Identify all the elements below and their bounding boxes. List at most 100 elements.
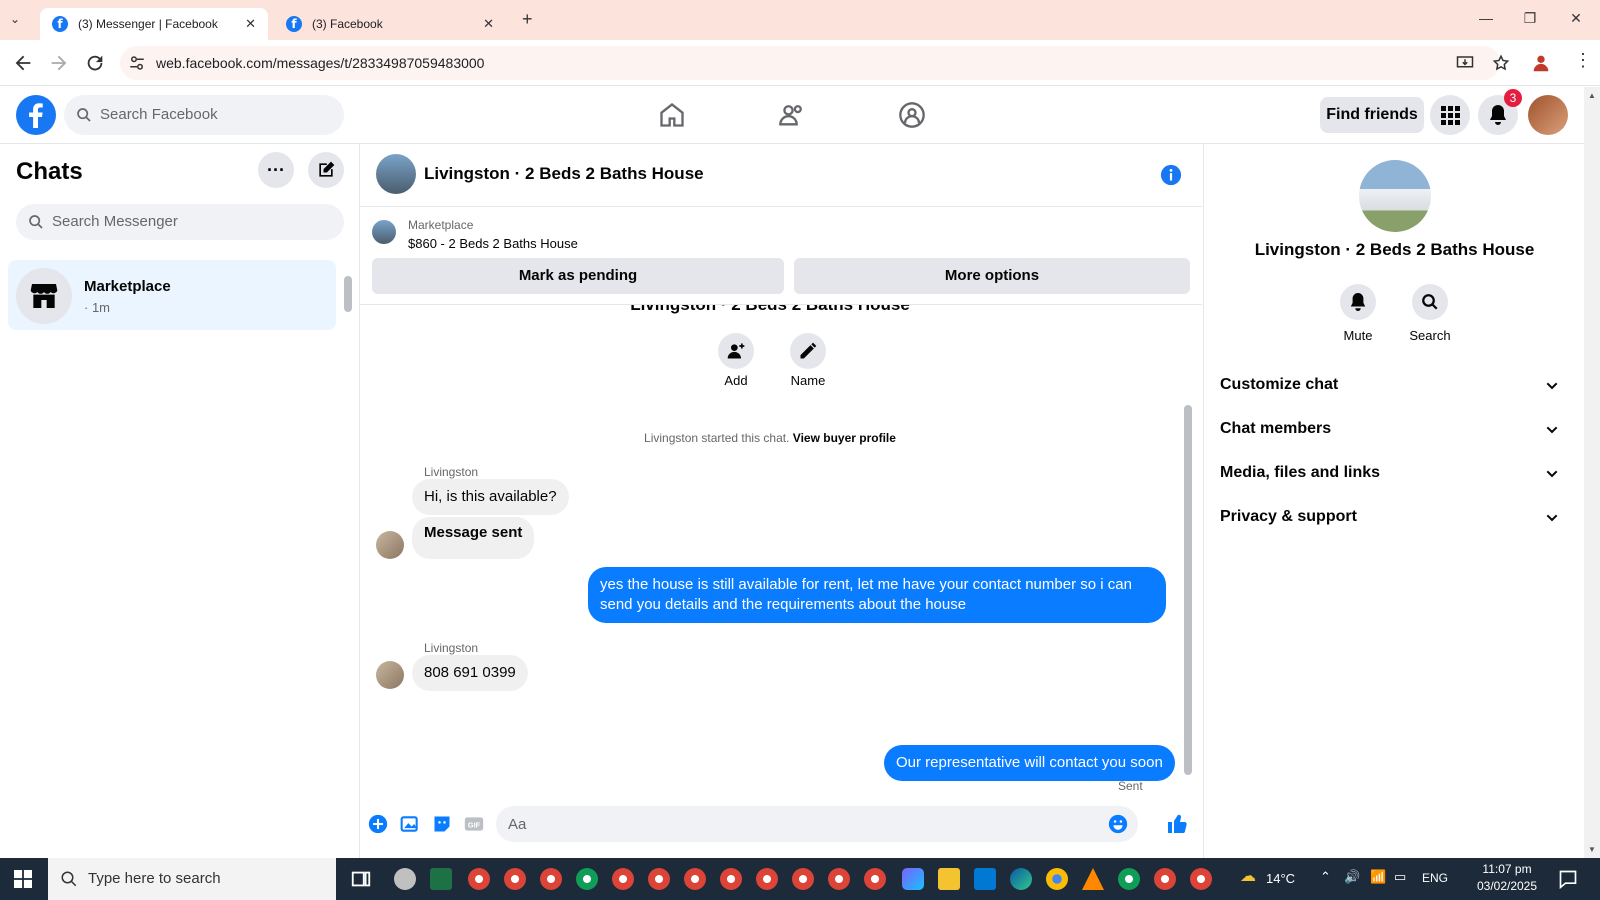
- back-icon[interactable]: [12, 52, 34, 74]
- chrome-icon[interactable]: [468, 868, 490, 890]
- copilot-icon[interactable]: [902, 868, 924, 890]
- vlc-icon[interactable]: [1082, 868, 1104, 890]
- chats-options-button[interactable]: ···: [258, 152, 294, 188]
- plus-circle-icon[interactable]: [368, 814, 388, 834]
- view-buyer-profile-link[interactable]: View buyer profile: [793, 431, 896, 445]
- address-bar[interactable]: web.facebook.com/messages/t/283349870594…: [120, 46, 1510, 80]
- windows-start-icon[interactable]: [14, 870, 32, 888]
- close-tab-icon[interactable]: ✕: [483, 16, 494, 32]
- chrome-icon[interactable]: [1154, 868, 1176, 890]
- message-bubble[interactable]: 808 691 0399: [412, 655, 528, 691]
- chrome-icon[interactable]: [1190, 868, 1212, 890]
- app-icon[interactable]: [394, 868, 416, 890]
- taskbar-search-input[interactable]: Type here to search: [48, 858, 336, 900]
- message-bubble[interactable]: Message sent: [412, 517, 535, 559]
- messenger-search-input[interactable]: Search Messenger: [16, 204, 344, 240]
- name-chat-button[interactable]: [790, 333, 826, 369]
- new-message-button[interactable]: [308, 152, 344, 188]
- close-window-icon[interactable]: ✕: [1566, 10, 1586, 30]
- restore-icon[interactable]: ❐: [1520, 10, 1540, 30]
- listing-profile-picture[interactable]: [1359, 160, 1431, 232]
- privacy-support-section[interactable]: Privacy & support: [1220, 508, 1570, 526]
- tab-facebook[interactable]: f (3) Facebook ✕: [274, 8, 506, 40]
- close-tab-icon[interactable]: ✕: [245, 16, 256, 32]
- mark-pending-button[interactable]: Mark as pending: [372, 258, 784, 294]
- chrome-icon[interactable]: [756, 868, 778, 890]
- home-icon[interactable]: [658, 101, 686, 129]
- battery-icon[interactable]: ▭: [1394, 869, 1406, 885]
- clock-date[interactable]: 03/02/2025: [1468, 879, 1546, 893]
- excel-icon[interactable]: [430, 868, 452, 890]
- tray-chevron-icon[interactable]: ⌃: [1320, 869, 1331, 885]
- clock-time[interactable]: 11:07 pm: [1472, 862, 1542, 876]
- chats-scrollbar[interactable]: [342, 260, 352, 328]
- like-thumb-icon[interactable]: [1166, 812, 1190, 836]
- account-avatar[interactable]: [1528, 95, 1568, 135]
- customize-chat-section[interactable]: Customize chat: [1220, 376, 1570, 394]
- menu-button[interactable]: [1430, 95, 1470, 135]
- more-options-button[interactable]: More options: [794, 258, 1190, 294]
- message-bubble-own[interactable]: yes the house is still available for ren…: [588, 567, 1166, 623]
- tab-search-chevron-icon[interactable]: ⌄: [10, 12, 20, 26]
- facebook-search-input[interactable]: Search Facebook: [64, 95, 344, 135]
- profile-icon[interactable]: [1530, 52, 1552, 74]
- browser-menu-icon[interactable]: ⋮: [1574, 50, 1592, 71]
- search-conversation-button[interactable]: [1412, 284, 1448, 320]
- language-indicator[interactable]: ENG: [1422, 871, 1448, 885]
- photo-icon[interactable]: [400, 814, 420, 834]
- groups-icon[interactable]: [898, 101, 926, 129]
- add-people-button[interactable]: [718, 333, 754, 369]
- task-view-icon[interactable]: [350, 868, 372, 890]
- chrome-icon[interactable]: [828, 868, 850, 890]
- chrome-icon[interactable]: [864, 868, 886, 890]
- sticker-icon[interactable]: [432, 814, 452, 834]
- chrome-icon[interactable]: [792, 868, 814, 890]
- tab-messenger[interactable]: f (3) Messenger | Facebook ✕: [40, 8, 268, 40]
- outlook-icon[interactable]: [974, 868, 996, 890]
- listing-summary[interactable]: $860 - 2 Beds 2 Baths House: [408, 236, 578, 251]
- install-app-icon[interactable]: [1456, 54, 1474, 72]
- chrome-icon[interactable]: [504, 868, 526, 890]
- facebook-logo-icon[interactable]: [16, 95, 56, 135]
- message-input[interactable]: Aa: [496, 806, 1138, 842]
- chrome-icon[interactable]: [684, 868, 706, 890]
- volume-icon[interactable]: 🔊: [1344, 869, 1360, 885]
- chrome-icon[interactable]: [540, 868, 562, 890]
- bookmark-star-icon[interactable]: [1492, 54, 1510, 72]
- chrome-icon[interactable]: [1046, 868, 1068, 890]
- chrome-icon[interactable]: [720, 868, 742, 890]
- message-bubble[interactable]: Hi, is this available?: [412, 479, 569, 515]
- gif-icon[interactable]: GIF: [464, 814, 484, 834]
- find-friends-button[interactable]: Find friends: [1320, 97, 1424, 133]
- conversation-avatar[interactable]: [376, 154, 416, 194]
- sender-avatar[interactable]: [376, 661, 404, 689]
- page-scrollbar[interactable]: ▲ ▼: [1584, 87, 1600, 858]
- file-explorer-icon[interactable]: [938, 868, 960, 890]
- site-info-icon[interactable]: [128, 54, 146, 72]
- friends-icon[interactable]: [778, 101, 806, 129]
- media-files-section[interactable]: Media, files and links: [1220, 464, 1570, 482]
- search-label: Search: [1409, 328, 1451, 343]
- chat-list-item[interactable]: Marketplace · 1m: [8, 260, 336, 330]
- conversation-title[interactable]: Livingston · 2 Beds 2 Baths House: [424, 164, 704, 184]
- chrome-icon[interactable]: [612, 868, 634, 890]
- chrome-icon[interactable]: [576, 868, 598, 890]
- emoji-icon[interactable]: [1108, 814, 1128, 834]
- chrome-icon[interactable]: [648, 868, 670, 890]
- message-scrollbar[interactable]: [1182, 305, 1194, 793]
- mute-button[interactable]: [1340, 284, 1376, 320]
- info-icon[interactable]: [1160, 164, 1182, 186]
- reload-icon[interactable]: [84, 52, 106, 74]
- chrome-icon[interactable]: [1118, 868, 1140, 890]
- network-icon[interactable]: 📶: [1370, 869, 1386, 885]
- minimize-icon[interactable]: —: [1476, 10, 1496, 30]
- sender-avatar[interactable]: [376, 531, 404, 559]
- edge-icon[interactable]: [1010, 868, 1032, 890]
- weather-temp[interactable]: 14°C: [1266, 871, 1295, 886]
- notification-center-icon[interactable]: [1558, 869, 1578, 889]
- new-tab-icon[interactable]: +: [522, 9, 533, 30]
- chat-members-section[interactable]: Chat members: [1220, 420, 1570, 438]
- message-bubble-own[interactable]: Our representative will contact you soon: [884, 745, 1175, 781]
- weather-icon[interactable]: ☁: [1240, 866, 1256, 886]
- forward-icon[interactable]: [48, 52, 70, 74]
